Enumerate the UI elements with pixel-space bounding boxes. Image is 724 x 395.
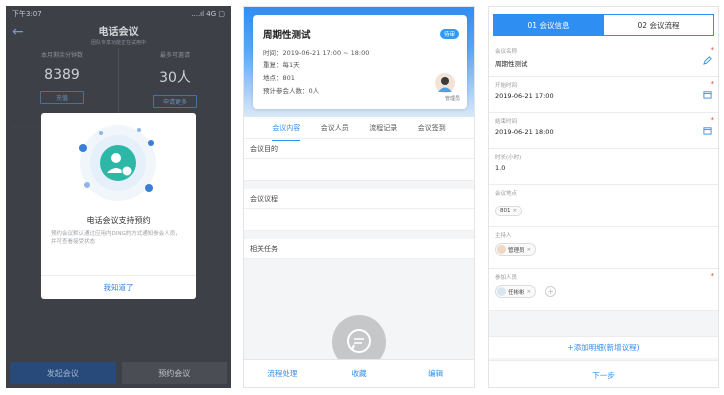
required-mark: * (710, 272, 715, 280)
meeting-time: 时间：2019-06-21 17:00 ~ 18:00 (263, 49, 370, 57)
start-time-value: 2019-06-21 17:00 (495, 92, 554, 100)
add-detail-link[interactable]: +添加明细(新增议程) (489, 336, 718, 358)
tab-process[interactable]: 流程记录 (369, 119, 397, 137)
required-mark: * (710, 116, 715, 124)
section-tasks: 相关任务 (244, 239, 474, 259)
minutes-label: 本月剩余分钟数 (40, 52, 83, 59)
status-badge: 待审 (439, 29, 459, 39)
section-agenda: 会议议程 (244, 189, 474, 209)
field-start-time[interactable]: 开始时间 2019-06-21 17:00 * (489, 77, 718, 113)
place-chip-label: 801 (500, 208, 511, 214)
next-step-button[interactable]: 下一步 (489, 360, 718, 387)
invite-label: 最多可邀请 (159, 52, 190, 59)
edit-pencil-icon[interactable] (703, 56, 712, 65)
owner-avatar (435, 73, 455, 93)
participant-avatar (497, 287, 506, 296)
meeting-title: 周期性测试 (263, 30, 311, 41)
page-title: 电话会议 (98, 26, 139, 38)
step-switch: 01 会议信息 02 会议流程 (489, 7, 718, 43)
meeting-place: 地点：801 (263, 74, 295, 82)
required-mark: * (710, 46, 715, 54)
end-time-label: 结束时间 (495, 119, 518, 125)
meeting-repeat: 重复：每1天 (263, 61, 300, 69)
participants-label: 参加人员 (495, 275, 518, 281)
meeting-card: 周期性测试 待审 时间：2019-06-21 17:00 ~ 18:00 重复：… (253, 15, 467, 109)
reserve-meeting-button[interactable]: 预约会议 (121, 362, 227, 384)
chip-remove-icon[interactable]: × (513, 208, 518, 214)
step-meeting-flow[interactable]: 02 会议流程 (604, 14, 714, 36)
required-mark: * (710, 80, 715, 88)
owner-name: 管理员 (444, 96, 460, 102)
got-it-button[interactable]: 我知道了 (41, 275, 196, 299)
chip-remove-icon[interactable]: × (527, 289, 532, 295)
invite-value: 30人 (159, 70, 191, 86)
meeting-form-screen: 01 会议信息 02 会议流程 会议名称 周期性测试 * 开始时间 2019-0… (488, 6, 719, 388)
duration-value: 1.0 (495, 164, 506, 172)
field-duration[interactable]: 时长(小时) 1.0 (489, 149, 718, 185)
bottom-bar: 发起会议 预约会议 (6, 358, 231, 388)
host-chip[interactable]: 管理员 × (495, 243, 537, 256)
status-indicators: ....ıl 4G ▢ (191, 10, 225, 18)
status-time: 下午3:07 (12, 10, 42, 18)
tab-members[interactable]: 会议人员 (321, 119, 349, 137)
stats-row: 本月剩余分钟数 8389 充值 最多可邀请 30人 申请更多 (6, 48, 231, 118)
minutes-value: 8389 (44, 67, 80, 83)
place-label: 会议地点 (495, 191, 518, 197)
field-host[interactable]: 主持人 管理员 × (489, 227, 718, 269)
step-meeting-info[interactable]: 01 会议信息 (493, 14, 604, 36)
reservation-modal: 电话会议支持预约 预约会议默认通过应用内DING的方式通知参会人员，并可查看接受… (41, 113, 196, 299)
recharge-button[interactable]: 充值 (40, 91, 84, 104)
detail-tabs: 会议内容 会议人员 流程记录 会议签到 (244, 117, 474, 141)
phone-screen-conference: 下午3:07 ....ıl 4G ▢ ← 电话会议 团队专享功能正在试用中 本月… (6, 6, 231, 388)
host-label: 主持人 (495, 233, 512, 239)
meeting-detail-screen: 周期性测试 待审 时间：2019-06-21 17:00 ~ 18:00 重复：… (243, 6, 475, 388)
add-participant-icon[interactable]: + (545, 286, 557, 297)
calendar-icon[interactable] (703, 126, 712, 135)
host-avatar (497, 245, 506, 254)
process-button[interactable]: 流程处理 (244, 368, 321, 379)
field-meeting-name[interactable]: 会议名称 周期性测试 * (489, 43, 718, 77)
section-purpose: 会议目的 (244, 139, 474, 159)
field-place[interactable]: 会议地点 801 × (489, 185, 718, 227)
minutes-stat: 本月剩余分钟数 8389 充值 (6, 48, 118, 118)
start-meeting-button[interactable]: 发起会议 (10, 362, 116, 384)
nav-bar: ← 电话会议 团队专享功能正在试用中 (6, 22, 231, 46)
place-chip[interactable]: 801 × (495, 206, 523, 216)
chip-remove-icon[interactable]: × (527, 247, 532, 253)
meeting-name-value: 周期性测试 (495, 60, 528, 68)
modal-title: 电话会议支持预约 (86, 216, 151, 225)
calendar-icon[interactable] (703, 90, 712, 99)
host-chip-label: 管理员 (508, 247, 525, 254)
apply-more-button[interactable]: 申请更多 (153, 95, 197, 108)
field-end-time[interactable]: 结束时间 2019-06-21 18:00 * (489, 113, 718, 149)
meeting-name-label: 会议名称 (495, 49, 518, 55)
purpose-content (244, 159, 474, 181)
tab-content[interactable]: 会议内容 (272, 119, 301, 141)
invite-stat: 最多可邀请 30人 申请更多 (118, 48, 231, 118)
status-bar: 下午3:07 ....ıl 4G ▢ (6, 6, 231, 22)
modal-body: 预约会议默认通过应用内DING的方式通知参会人员，并可查看接受状态 (51, 231, 181, 245)
duration-label: 时长(小时) (495, 155, 522, 161)
field-participants[interactable]: 参加人员 * 任彬彬 × + (489, 269, 718, 311)
favorite-button[interactable]: 收藏 (321, 368, 398, 379)
participant-chip[interactable]: 任彬彬 × (495, 285, 537, 298)
start-time-label: 开始时间 (495, 83, 518, 89)
agenda-content (244, 209, 474, 231)
back-arrow-icon[interactable]: ← (12, 24, 24, 40)
detail-header: 周期性测试 待审 时间：2019-06-21 17:00 ~ 18:00 重复：… (244, 7, 474, 117)
edit-button[interactable]: 编辑 (397, 368, 474, 379)
tab-checkin[interactable]: 会议签到 (418, 119, 446, 137)
participant-chip-label: 任彬彬 (508, 289, 525, 296)
phone-contact-illustration (41, 113, 196, 208)
action-bar: 流程处理 收藏 编辑 (244, 359, 474, 387)
meeting-attendees: 预计参会人数：0人 (263, 87, 320, 95)
end-time-value: 2019-06-21 18:00 (495, 128, 554, 136)
page-subtitle: 团队专享功能正在试用中 (90, 39, 146, 46)
